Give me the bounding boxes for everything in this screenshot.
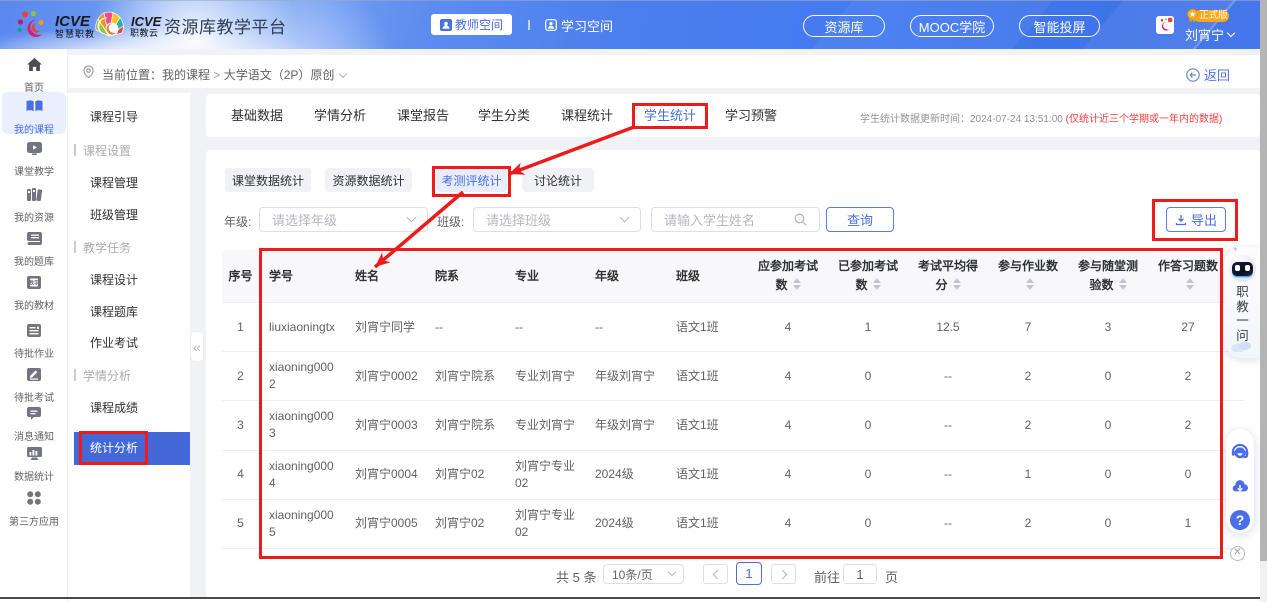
svg-text:数字: 数字 (29, 280, 39, 287)
